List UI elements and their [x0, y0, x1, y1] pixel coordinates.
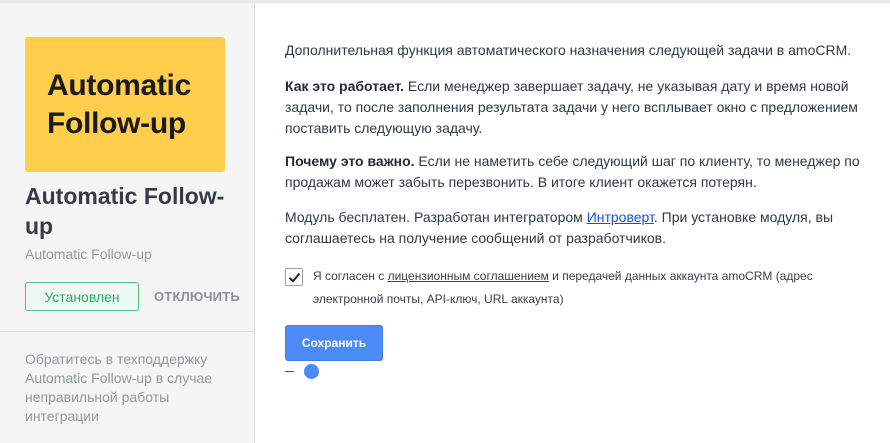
developer-link[interactable]: Интроверт — [587, 209, 654, 225]
loading-dot — [304, 364, 319, 379]
logo-line-2: Follow-up — [47, 107, 186, 140]
module-info-paragraph: Модуль бесплатен. Разработан интеграторо… — [285, 207, 865, 249]
module-info-text-before: Модуль бесплатен. Разработан интеграторо… — [285, 209, 587, 225]
checkmark-icon — [288, 272, 301, 283]
license-agreement-link[interactable]: лицензионным соглашением — [388, 269, 549, 283]
disable-button[interactable]: ОТКЛЮЧИТЬ — [154, 289, 240, 304]
agreement-checkbox[interactable] — [285, 268, 303, 286]
widget-title: Automatic Follow-up — [25, 183, 225, 239]
installed-button[interactable]: Установлен — [25, 282, 139, 311]
widget-logo: Automatic Follow-up — [25, 37, 225, 172]
support-text: Обратитесь в техподдержку Automatic Foll… — [25, 351, 213, 424]
why-important-heading: Почему это важно. — [285, 153, 415, 169]
save-button[interactable]: Сохранить — [285, 325, 383, 361]
how-it-works-heading: Как это работает. — [285, 78, 405, 94]
agreement-text: Я согласен с лицензионным соглашением и … — [313, 265, 843, 311]
why-important-paragraph: Почему это важно. Если не наметить себе … — [285, 151, 865, 193]
widget-subtitle: Automatic Follow-up — [25, 246, 152, 262]
logo-line-1: Automatic — [47, 69, 191, 102]
sidebar-divider — [0, 331, 254, 332]
intro-text: Дополнительная функция автоматического н… — [285, 42, 852, 58]
logo-text: Automatic Follow-up — [47, 67, 191, 143]
agreement-text-before: Я согласен с — [313, 269, 388, 283]
how-it-works-paragraph: Как это работает. Если менеджер завершае… — [285, 76, 865, 139]
dash-mark — [285, 371, 294, 372]
